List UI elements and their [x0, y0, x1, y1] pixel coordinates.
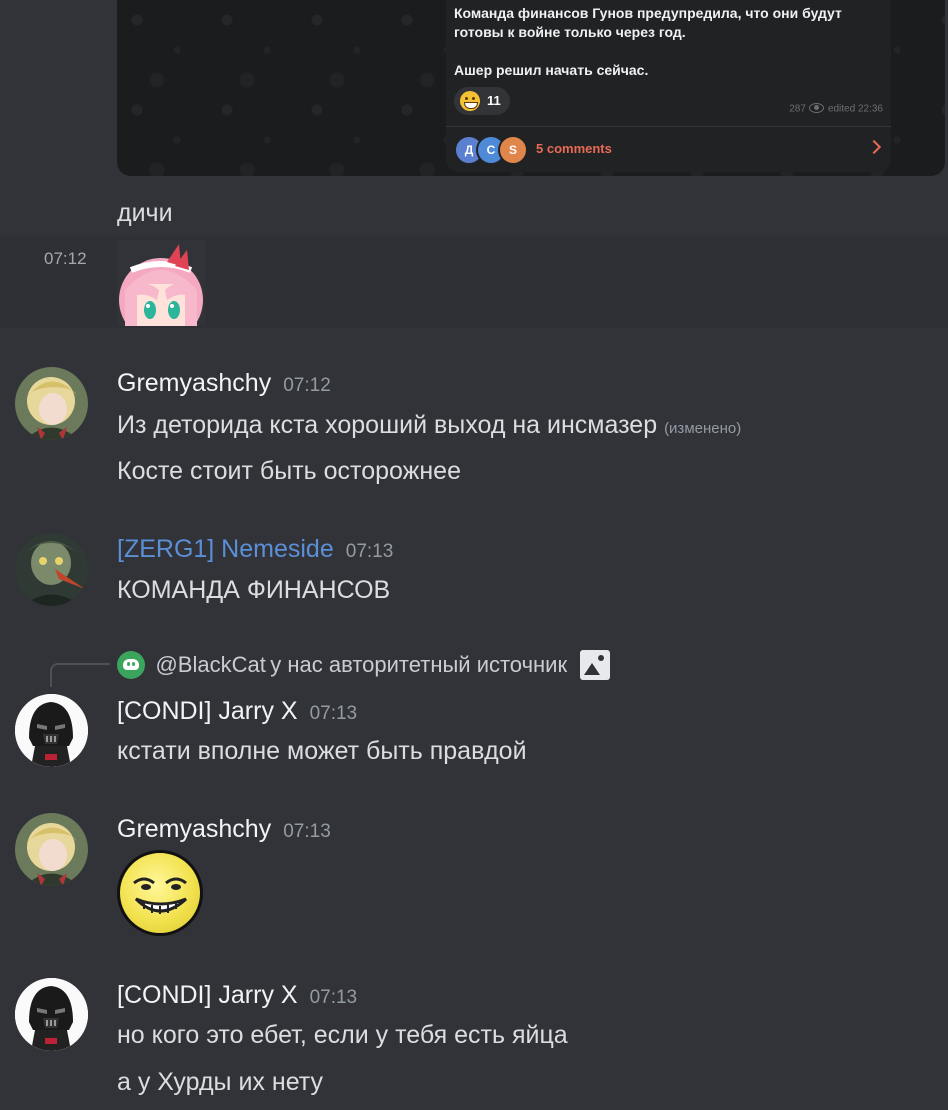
image-icon	[579, 650, 610, 680]
grin-emoji-icon	[460, 91, 480, 111]
reply-mention[interactable]: @BlackCat	[155, 652, 265, 677]
views-count: 287	[789, 103, 806, 115]
telegram-screenshot-image[interactable]: Команда финансов Гунов предупредила, что…	[117, 0, 945, 176]
author-name[interactable]: [CONDI] Jarry X	[117, 697, 298, 725]
user-avatar[interactable]	[15, 694, 88, 767]
channel-post-bubble: Команда финансов Гунов предупредила, что…	[446, 0, 891, 172]
chevron-right-icon	[866, 139, 882, 155]
message-author[interactable]: Gremyashchy 07:12	[117, 369, 331, 398]
post-text: Команда финансов Гунов предупредила, что…	[454, 5, 842, 78]
message-time: 07:13	[345, 541, 394, 562]
reply-connector	[50, 663, 110, 687]
message-time: 07:12	[283, 375, 331, 396]
message-time: 07:13	[309, 987, 358, 1008]
reply-text: у нас авторитетный источник	[270, 652, 568, 677]
reaction-pill: 11	[454, 87, 510, 115]
reply-preview[interactable]: @BlackCat у нас авторитетный источник	[117, 650, 610, 682]
author-name[interactable]: Gremyashchy	[117, 369, 271, 397]
edited-label: edited 22:36	[827, 103, 883, 115]
commenter-avatar: S	[498, 135, 528, 165]
troll-face-emoji[interactable]	[117, 850, 203, 936]
message-author[interactable]: Gremyashchy 07:13	[117, 815, 331, 844]
user-avatar[interactable]	[15, 813, 88, 886]
author-name[interactable]: [CONDI] Jarry X	[117, 981, 298, 1009]
author-name[interactable]: Gremyashchy	[117, 815, 271, 843]
message-text: КОМАНДА ФИНАНСОВ	[117, 576, 391, 604]
user-avatar[interactable]	[15, 533, 88, 606]
message-text: но кого это ебет, если у тебя есть яйца	[117, 1021, 568, 1049]
message-line: Из деторида кста хороший выход на инсмаз…	[117, 411, 741, 440]
edited-indicator: (изменено)	[664, 420, 742, 437]
message-text: дичи	[117, 199, 173, 227]
post-meta: 287 edited 22:36	[789, 103, 883, 115]
discord-avatar-icon	[117, 651, 145, 679]
message-author[interactable]: [ZERG1] Nemeside 07:13	[117, 535, 393, 564]
reaction-count: 11	[487, 93, 501, 108]
anime-girl-sticker[interactable]	[117, 240, 205, 326]
user-avatar[interactable]	[15, 978, 88, 1051]
message-text: Косте стоит быть осторожнее	[117, 457, 461, 485]
eye-icon	[808, 103, 824, 113]
message-text: а у Хурды их нету	[117, 1068, 323, 1096]
message-author[interactable]: [CONDI] Jarry X 07:13	[117, 981, 357, 1010]
comments-link: 5 comments	[536, 141, 612, 156]
author-name[interactable]: [ZERG1] Nemeside	[117, 535, 334, 563]
user-avatar[interactable]	[15, 367, 88, 440]
message-text: Из деторида кста хороший выход на инсмаз…	[117, 411, 658, 439]
message-time: 07:13	[283, 821, 331, 842]
message-time: 07:13	[309, 703, 358, 724]
divider	[446, 126, 891, 127]
message-author[interactable]: [CONDI] Jarry X 07:13	[117, 697, 357, 726]
message-timestamp: 07:12	[44, 249, 87, 268]
message-text: кстати вполне может быть правдой	[117, 737, 527, 765]
